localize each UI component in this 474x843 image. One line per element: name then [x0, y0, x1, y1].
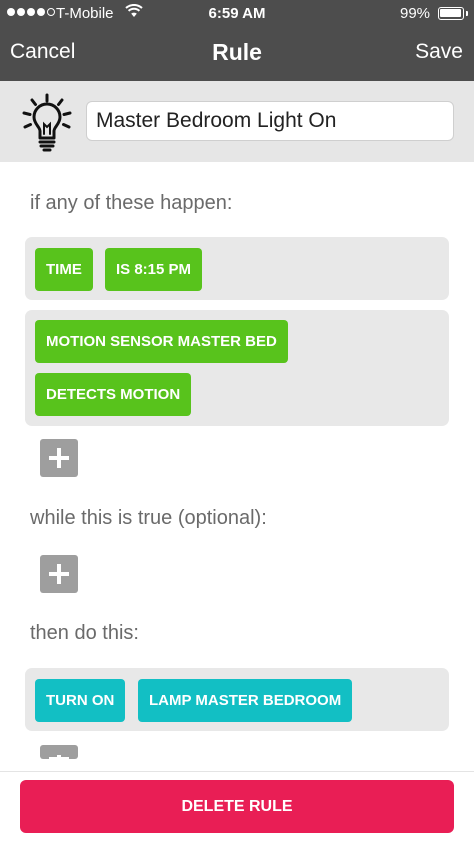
trigger-group: MOTION SENSOR MASTER BED DETECTS MOTION [25, 310, 449, 426]
save-button[interactable]: Save [415, 40, 463, 64]
add-trigger-button[interactable] [40, 439, 78, 477]
top-bar: T-Mobile 6:59 AM 99% Cancel Rule Save [0, 0, 474, 81]
add-action-button[interactable] [40, 745, 78, 759]
battery-icon [438, 7, 464, 20]
trigger-chip-time[interactable]: TIME [35, 248, 93, 291]
trigger-chip-time-value[interactable]: IS 8:15 PM [105, 248, 203, 291]
battery-percent: 99% [400, 5, 431, 22]
trigger-group: TIME IS 8:15 PM [25, 237, 449, 300]
lightbulb-icon [22, 93, 72, 152]
battery-tip [466, 11, 468, 16]
delete-rule-button[interactable]: DELETE RULE [20, 780, 454, 833]
page-title: Rule [212, 39, 262, 65]
actions-label: then do this: [30, 622, 139, 644]
action-group: TURN ON LAMP MASTER BEDROOM [25, 668, 449, 731]
trigger-chip-detects-motion[interactable]: DETECTS MOTION [35, 373, 192, 416]
conditions-label: while this is true (optional): [30, 507, 267, 529]
action-chip-lamp[interactable]: LAMP MASTER BEDROOM [138, 679, 353, 722]
rule-name-input[interactable] [86, 101, 454, 141]
triggers-label: if any of these happen: [30, 192, 233, 214]
add-condition-button[interactable] [40, 555, 78, 593]
action-chip-turn-on[interactable]: TURN ON [35, 679, 126, 722]
trigger-chip-motion-sensor[interactable]: MOTION SENSOR MASTER BED [35, 320, 288, 363]
battery-fill [440, 9, 461, 17]
status-bar: T-Mobile 6:59 AM 99% [0, 0, 474, 28]
